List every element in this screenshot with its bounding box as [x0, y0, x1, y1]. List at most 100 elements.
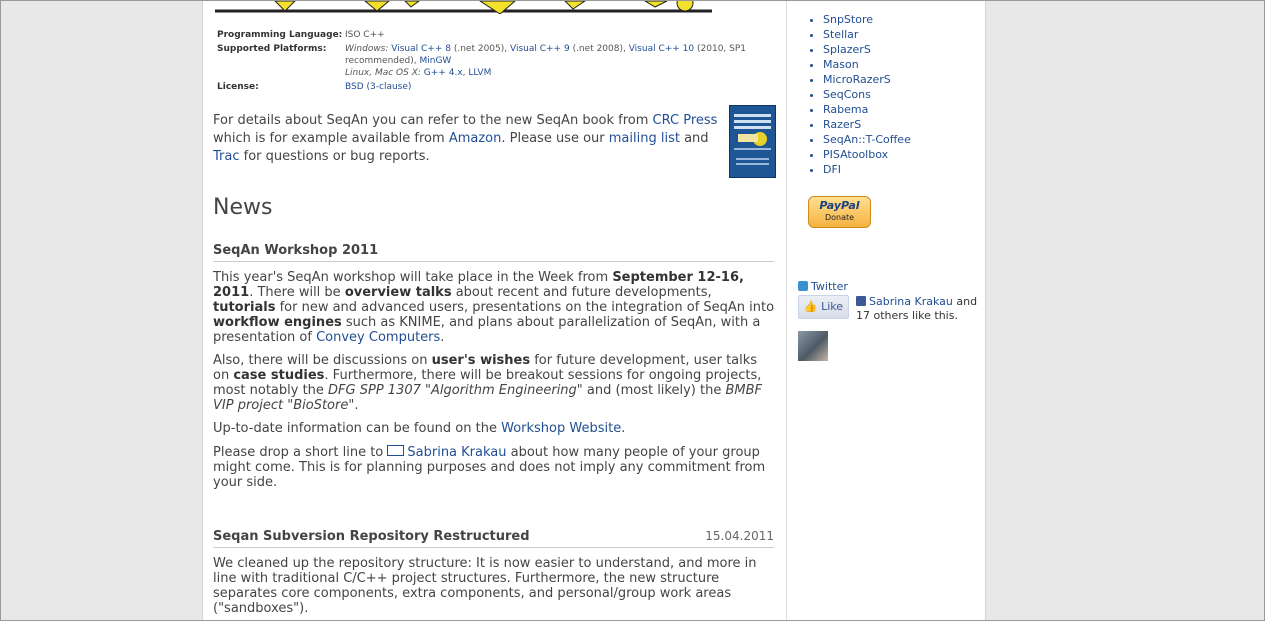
repo-heading: Seqan Subversion Repository Restructured…	[213, 529, 774, 548]
info-row-license: License: BSD (3-clause)	[217, 81, 767, 93]
comma: ,	[462, 68, 466, 78]
windows-prefix: Windows:	[345, 44, 389, 54]
paypal-logo-text: PayPal	[819, 199, 860, 212]
project-link[interactable]: SnpStore	[823, 13, 873, 26]
mailing-list-link[interactable]: mailing list	[609, 131, 680, 146]
twitter-link[interactable]: Twitter	[798, 280, 848, 293]
text: about recent and future developments,	[451, 285, 712, 300]
llvm-link[interactable]: LLVM	[468, 68, 491, 78]
crc-press-link[interactable]: CRC Press	[653, 113, 718, 128]
book-text-2: which is for example available from	[213, 131, 449, 146]
text: Up-to-date information can be found on t…	[213, 421, 502, 436]
book-cover-graphic	[730, 106, 775, 177]
mail-icon	[387, 445, 405, 456]
list-item[interactable]: SeqCons	[823, 87, 911, 102]
list-item[interactable]: RazerS	[823, 117, 911, 132]
workflow-engines: workflow engines	[213, 315, 342, 330]
workshop-paragraph-3: Up-to-date information can be found on t…	[213, 421, 775, 436]
twitter-label[interactable]: Twitter	[811, 280, 848, 293]
tutorials: tutorials	[213, 300, 276, 315]
language-label: Programming Language:	[217, 30, 343, 40]
workshop-paragraph-2: Also, there will be discussions on user'…	[213, 353, 775, 413]
dfg-project: DFG SPP 1307 "Algorithm Engineering"	[328, 383, 583, 398]
email-link[interactable]: Sabrina Krakau	[387, 445, 507, 460]
browser-viewport: Programming Language: ISO C++ Supported …	[0, 0, 1265, 621]
list-item[interactable]: Mason	[823, 57, 911, 72]
paypal-donate-button[interactable]: PayPal Donate	[808, 196, 871, 228]
unix-prefix: Linux, Mac OS X:	[345, 68, 421, 78]
gcc-link[interactable]: G++ 4.x	[424, 68, 463, 78]
book-paragraph: For details about SeqAn you can refer to…	[213, 112, 719, 166]
facebook-like-button[interactable]: 👍 Like	[798, 295, 849, 319]
project-link[interactable]: Stellar	[823, 28, 858, 41]
vc10-link[interactable]: Visual C++ 10	[629, 44, 694, 54]
thumbs-up-icon: 👍	[803, 300, 818, 313]
project-info-table: Programming Language: ISO C++ Supported …	[217, 29, 767, 95]
project-link[interactable]: RazerS	[823, 118, 861, 131]
list-item[interactable]: SplazerS	[823, 42, 911, 57]
project-link[interactable]: DFI	[823, 163, 841, 176]
project-link[interactable]: SeqAn::T-Coffee	[823, 133, 911, 146]
info-row-platforms: Supported Platforms: Windows: Visual C++…	[217, 43, 767, 79]
list-item[interactable]: MicroRazerS	[823, 72, 911, 87]
email-link-name: Sabrina Krakau	[407, 445, 507, 460]
news-heading: News	[213, 195, 273, 220]
platforms-label: Supported Platforms:	[217, 44, 327, 54]
repo-paragraph-1: We cleaned up the repository structure: …	[213, 556, 757, 616]
overview-talks: overview talks	[344, 285, 452, 300]
list-item[interactable]: SnpStore	[823, 12, 911, 27]
donate-label: Donate	[824, 213, 855, 222]
text: Also, there will be discussions on	[213, 353, 432, 368]
vc9-note: (.net 2008),	[572, 44, 626, 54]
list-item[interactable]: Rabema	[823, 102, 911, 117]
amazon-link[interactable]: Amazon	[449, 131, 502, 146]
vc9-link[interactable]: Visual C++ 9	[510, 44, 570, 54]
project-list: SnpStore Stellar SplazerS Mason MicroRaz…	[809, 12, 911, 177]
text: for new and advanced users, presentation…	[275, 300, 775, 315]
mingw-link[interactable]: MinGW	[419, 56, 451, 66]
fb-others-text: 17 others like this.	[856, 309, 958, 322]
project-link[interactable]: SplazerS	[823, 43, 871, 56]
vc8-link[interactable]: Visual C++ 8	[391, 44, 451, 54]
project-link[interactable]: Mason	[823, 58, 859, 71]
text: and (most likely) the	[582, 383, 726, 398]
vc8-note: (.net 2005),	[453, 44, 508, 54]
users-wishes: user's wishes	[431, 353, 531, 368]
license-link[interactable]: BSD (3-clause)	[345, 82, 411, 92]
logo-banner	[215, 1, 712, 14]
text: .	[354, 398, 359, 413]
fb-and-text: and	[952, 295, 978, 308]
project-link[interactable]: MicroRazerS	[823, 73, 891, 86]
text: This year's SeqAn workshop will take pla…	[213, 270, 613, 285]
workshop-title: SeqAn Workshop 2011	[213, 243, 379, 258]
book-text-4: and	[679, 131, 709, 146]
workshop-heading: SeqAn Workshop 2011	[213, 243, 774, 262]
info-row-language: Programming Language: ISO C++	[217, 29, 767, 41]
language-value: ISO C++	[345, 30, 385, 40]
project-link[interactable]: SeqCons	[823, 88, 871, 101]
list-item[interactable]: PISAtoolbox	[823, 147, 911, 162]
page-container: Programming Language: ISO C++ Supported …	[202, 1, 986, 620]
fb-user-link[interactable]: Sabrina Krakau	[869, 295, 953, 308]
text: .	[621, 421, 626, 436]
avatar[interactable]	[798, 331, 828, 361]
twitter-icon	[798, 281, 808, 291]
workshop-paragraph-1: This year's SeqAn workshop will take pla…	[213, 270, 775, 345]
project-link[interactable]: Rabema	[823, 103, 868, 116]
project-link[interactable]: PISAtoolbox	[823, 148, 888, 161]
workshop-website-link[interactable]: Workshop Website	[501, 421, 621, 436]
list-item[interactable]: DFI	[823, 162, 911, 177]
convey-link[interactable]: Convey Computers	[316, 330, 440, 345]
trac-link[interactable]: Trac	[213, 149, 240, 164]
book-cover-image[interactable]	[729, 105, 776, 178]
list-item[interactable]: Stellar	[823, 27, 911, 42]
license-label: License:	[217, 82, 259, 92]
repo-date: 15.04.2011	[705, 529, 774, 543]
like-label: Like	[821, 300, 844, 313]
platforms-value: Windows: Visual C++ 8 (.net 2005), Visua…	[345, 43, 767, 79]
list-item[interactable]: SeqAn::T-Coffee	[823, 132, 911, 147]
facebook-icon	[856, 296, 866, 306]
repo-title: Seqan Subversion Repository Restructured	[213, 529, 530, 544]
text: . There will be	[249, 285, 345, 300]
book-text-5: for questions or bug reports.	[239, 149, 430, 164]
